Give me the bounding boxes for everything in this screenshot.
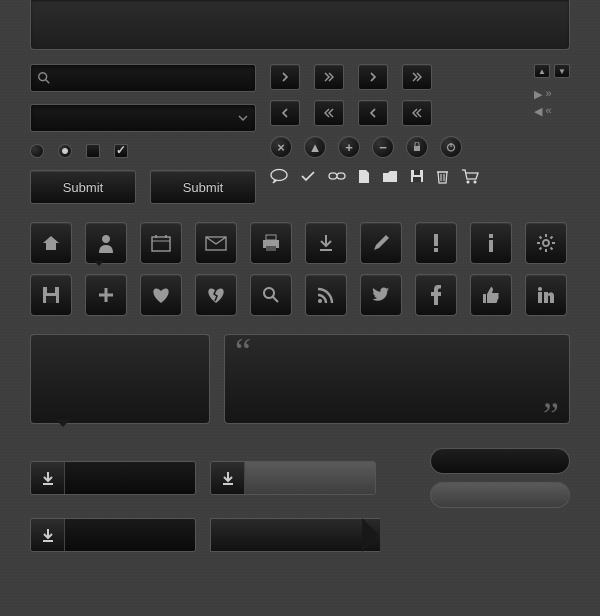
heart-broken-icon[interactable] bbox=[195, 274, 237, 316]
close-icon[interactable]: × bbox=[270, 136, 292, 158]
plus-icon[interactable] bbox=[85, 274, 127, 316]
gear-icon[interactable] bbox=[525, 222, 567, 264]
linkedin-icon[interactable] bbox=[525, 274, 567, 316]
chevron-down-icon bbox=[237, 112, 249, 124]
chat-icon bbox=[270, 168, 288, 184]
rss-icon[interactable] bbox=[305, 274, 347, 316]
check-icon bbox=[300, 169, 316, 183]
rewind-icon[interactable] bbox=[402, 100, 432, 126]
speech-bubble bbox=[30, 334, 210, 424]
rewind-icon[interactable] bbox=[314, 100, 344, 126]
info-icon[interactable] bbox=[470, 222, 512, 264]
quote-box: “ ” bbox=[224, 334, 570, 424]
alert-icon[interactable] bbox=[415, 222, 457, 264]
back-icon: ◀ bbox=[534, 105, 542, 118]
cart-icon bbox=[461, 169, 479, 184]
submit-button-alt[interactable]: Submit bbox=[150, 170, 256, 204]
mail-icon[interactable] bbox=[195, 222, 237, 264]
pill-button-dark[interactable] bbox=[430, 448, 570, 474]
next-icon[interactable] bbox=[270, 64, 300, 90]
top-panel bbox=[30, 0, 570, 50]
search-icon bbox=[31, 71, 57, 85]
pencil-icon[interactable] bbox=[360, 222, 402, 264]
download-arrow-icon bbox=[31, 462, 65, 494]
forward-icon[interactable] bbox=[402, 64, 432, 90]
download-button-dark[interactable] bbox=[30, 518, 196, 552]
forward-icon[interactable] bbox=[314, 64, 344, 90]
checkbox-unchecked[interactable] bbox=[86, 144, 100, 158]
power-icon[interactable] bbox=[440, 136, 462, 158]
download-arrow-icon bbox=[31, 519, 65, 551]
radio-unselected[interactable] bbox=[30, 144, 44, 158]
quote-close-icon: ” bbox=[543, 405, 559, 425]
radio-selected[interactable] bbox=[58, 144, 72, 158]
next-icon[interactable] bbox=[358, 64, 388, 90]
download-arrow-icon bbox=[211, 462, 245, 494]
thumbs-up-icon[interactable] bbox=[470, 274, 512, 316]
select-field[interactable] bbox=[30, 104, 256, 132]
prev-icon[interactable] bbox=[270, 100, 300, 126]
print-icon[interactable] bbox=[250, 222, 292, 264]
rewind-mini-icon: « bbox=[545, 105, 551, 118]
prev-icon[interactable] bbox=[358, 100, 388, 126]
download-button-light[interactable] bbox=[210, 461, 376, 495]
link-icon bbox=[328, 171, 346, 181]
home-icon[interactable] bbox=[30, 222, 72, 264]
up-icon[interactable]: ▲ bbox=[304, 136, 326, 158]
user-icon[interactable] bbox=[85, 222, 127, 264]
search-icon[interactable] bbox=[250, 274, 292, 316]
folder-icon bbox=[382, 170, 398, 183]
download-button-dark[interactable] bbox=[30, 461, 196, 495]
search-field[interactable] bbox=[30, 64, 256, 92]
lock-icon[interactable] bbox=[406, 136, 428, 158]
pill-button-light[interactable] bbox=[430, 482, 570, 508]
facebook-icon[interactable] bbox=[415, 274, 457, 316]
trash-icon bbox=[436, 169, 449, 184]
ribbon-button[interactable] bbox=[210, 518, 380, 552]
forward-mini-icon: » bbox=[545, 88, 551, 101]
checkbox-checked[interactable] bbox=[114, 144, 128, 158]
search-input[interactable] bbox=[57, 72, 255, 84]
twitter-icon[interactable] bbox=[360, 274, 402, 316]
down-mini-icon[interactable]: ▼ bbox=[554, 64, 570, 78]
submit-button[interactable]: Submit bbox=[30, 170, 136, 204]
download-icon[interactable] bbox=[305, 222, 347, 264]
quote-open-icon: “ bbox=[235, 341, 559, 361]
disk-icon bbox=[410, 169, 424, 183]
play-icon: ▶ bbox=[534, 88, 542, 101]
file-icon bbox=[358, 169, 370, 184]
add-icon[interactable]: + bbox=[338, 136, 360, 158]
save-icon[interactable] bbox=[30, 274, 72, 316]
calendar-icon[interactable] bbox=[140, 222, 182, 264]
up-mini-icon[interactable]: ▲ bbox=[534, 64, 550, 78]
minus-icon[interactable]: − bbox=[372, 136, 394, 158]
heart-icon[interactable] bbox=[140, 274, 182, 316]
